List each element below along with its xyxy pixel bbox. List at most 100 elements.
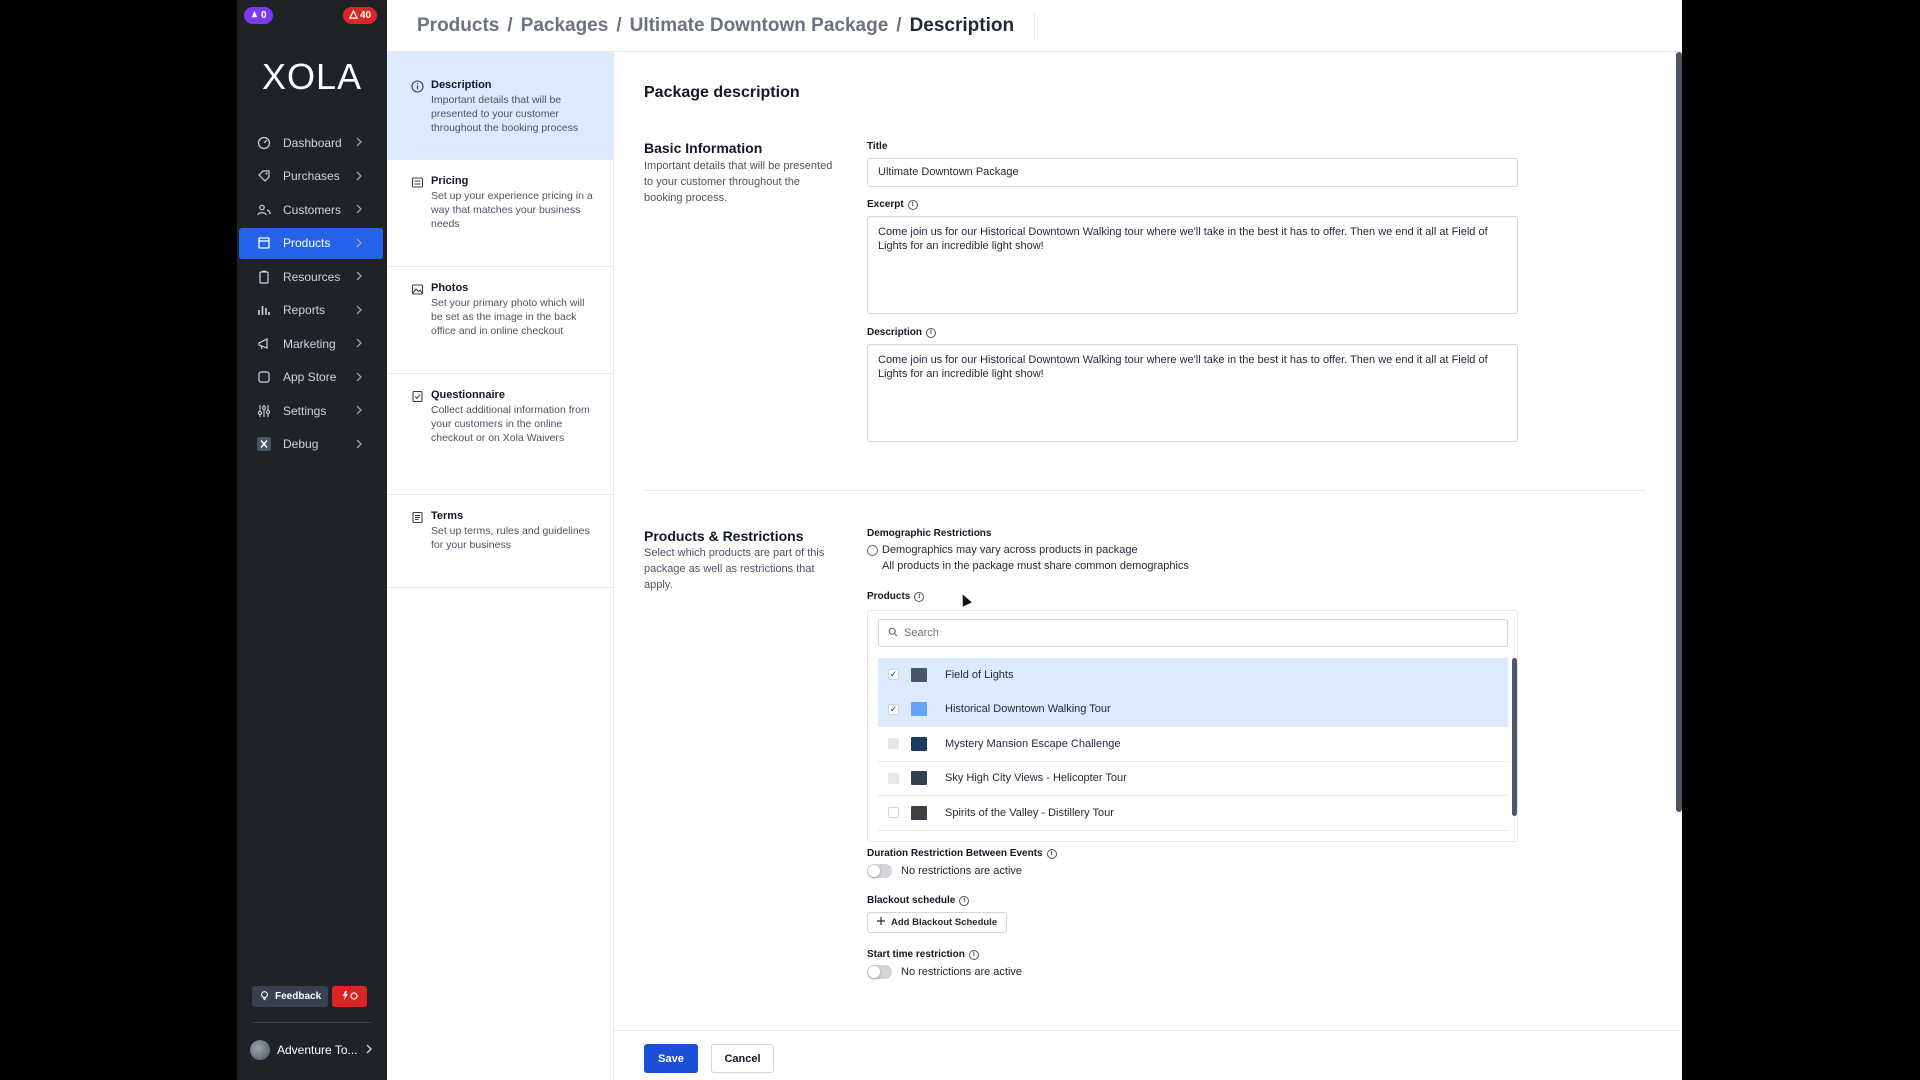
duration-restriction-row: No restrictions are active [867, 864, 1022, 878]
product-name: Field of Lights [945, 668, 1014, 681]
start-time-label: Start time restriction i [867, 949, 979, 960]
excerpt-textarea[interactable]: Come join us for our Historical Downtown… [867, 216, 1518, 314]
product-list-scrollbar[interactable] [1512, 658, 1517, 816]
duration-toggle[interactable] [867, 864, 892, 878]
notification-count: 0 [261, 10, 267, 21]
start-time-toggle[interactable] [867, 965, 892, 979]
add-blackout-schedule-button[interactable]: Add Blackout Schedule [867, 912, 1008, 933]
chevron-right-icon [365, 1043, 373, 1057]
step-photos[interactable]: Photos Set your primary photo which will … [387, 267, 613, 374]
step-questionnaire[interactable]: Questionnaire Collect additional informat… [387, 374, 613, 495]
sidebar-item-resources[interactable]: Resources [239, 261, 383, 292]
info-icon[interactable]: i [1046, 848, 1057, 859]
step-description: Collect additional information from your… [431, 404, 590, 444]
sidebar-item-products[interactable]: Products [239, 227, 383, 259]
feedback-label: Feedback [275, 991, 322, 1002]
product-thumbnail [911, 736, 927, 751]
breadcrumb-separator: / [896, 14, 902, 36]
breadcrumb-package[interactable]: Ultimate Downtown Package [630, 15, 889, 37]
product-name: Historical Downtown Walking Tour [945, 703, 1111, 716]
product-thumbnail [911, 805, 927, 820]
products-label: Products i [867, 591, 925, 602]
page-scrollbar[interactable] [1676, 52, 1682, 812]
product-row[interactable]: ✓ Historical Downtown Walking Tour [878, 692, 1508, 727]
step-pricing[interactable]: Pricing Set up your experience pricing in… [387, 160, 613, 267]
step-description: Set up your experience pricing in a way … [431, 190, 593, 230]
start-time-status: No restrictions are active [901, 966, 1023, 978]
app-store-icon [256, 369, 272, 385]
page-title: Package description [644, 84, 800, 101]
save-button[interactable]: Save [644, 1044, 698, 1073]
feedback-button[interactable]: Feedback [252, 986, 329, 1007]
product-picker: Search ✓ Field of Lights ✓ Historical Downt… [867, 610, 1518, 842]
notification-badge[interactable]: 0 [244, 7, 273, 24]
start-time-restriction-row: No restrictions are active [867, 965, 1022, 979]
report-bug-button[interactable] [332, 986, 368, 1007]
description-textarea[interactable]: Come join us for our Historical Downtown… [867, 344, 1518, 442]
product-row[interactable]: Sky High City Views - Helicopter Tour [878, 762, 1508, 796]
breadcrumb-separator: / [507, 14, 513, 36]
duration-label: Duration Restriction Between Events i [867, 848, 1057, 859]
info-icon[interactable]: i [926, 327, 937, 338]
product-checkbox[interactable] [888, 772, 899, 784]
product-thumbnail [911, 667, 927, 682]
product-name: Spirits of the Valley - Distillery Tour [945, 806, 1114, 819]
title-input[interactable]: Ultimate Downtown Package [867, 158, 1518, 187]
product-checkbox[interactable]: ✓ [888, 669, 899, 681]
product-thumbnail [911, 702, 927, 717]
info-icon[interactable]: i [968, 949, 979, 960]
product-checkbox[interactable] [888, 807, 899, 819]
step-terms[interactable]: Terms Set up terms, rules and guidelines … [387, 495, 613, 588]
sidebar-item-debug[interactable]: Debug [239, 429, 383, 460]
app-window: 0 40 XOLA Dashboard Purchases Customers Pro… [237, 0, 1682, 1080]
product-checkbox[interactable] [888, 738, 899, 750]
radio-button[interactable] [867, 544, 878, 556]
info-icon[interactable]: i [914, 591, 925, 602]
alert-badge[interactable]: 40 [343, 7, 378, 24]
sidebar-item-marketing[interactable]: Marketing [239, 328, 383, 359]
product-checkbox[interactable]: ✓ [888, 703, 899, 715]
info-icon [411, 80, 424, 93]
title-label: Title [867, 141, 888, 152]
excerpt-label: Excerpt i [867, 199, 918, 210]
sidebar-divider [252, 1022, 372, 1023]
demographic-option-common[interactable]: All products in the package must share c… [867, 560, 1189, 572]
product-search-input[interactable]: Search [878, 619, 1508, 647]
sidebar-item-customers[interactable]: Customers [239, 194, 383, 225]
info-icon[interactable]: i [959, 895, 970, 906]
step-description: Set up terms, rules and guidelines for y… [431, 525, 590, 551]
sidebar-item-reports[interactable]: Reports [239, 295, 383, 326]
account-menu[interactable]: Adventure To... [250, 1040, 373, 1060]
avatar [250, 1040, 270, 1060]
breadcrumb-packages[interactable]: Packages [521, 15, 609, 37]
sidebar-item-app-store[interactable]: App Store [239, 362, 383, 393]
products-section-description: Select which products are part of this p… [644, 547, 825, 591]
sidebar-item-settings[interactable]: Settings [239, 395, 383, 426]
product-row[interactable]: Mystery Mansion Escape Challenge [878, 727, 1508, 762]
bell-icon [250, 10, 259, 22]
sidebar-item-label: Purchases [283, 169, 340, 183]
header-divider [1034, 12, 1036, 39]
sidebar-item-dashboard[interactable]: Dashboard [239, 127, 383, 158]
breadcrumb-products[interactable]: Products [417, 15, 499, 37]
clipboard-icon [256, 269, 272, 285]
product-row[interactable]: Spirits of the Valley - Distillery Tour [878, 796, 1508, 831]
product-row[interactable]: ✓ Field of Lights [878, 658, 1508, 693]
cancel-button[interactable]: Cancel [711, 1044, 774, 1073]
steps-panel: Description Important details that will b… [387, 52, 614, 1080]
step-title: Description [431, 79, 492, 91]
info-icon[interactable]: i [907, 199, 918, 210]
sidebar-item-label: Reports [283, 303, 326, 317]
bar-chart-icon [256, 302, 272, 318]
sidebar: 0 40 XOLA Dashboard Purchases Customers Pro… [237, 0, 387, 1080]
sidebar-item-label: Resources [283, 269, 341, 284]
demographic-option-vary[interactable]: Demographics may vary across products in… [867, 544, 1138, 556]
xola-logo[interactable]: XOLA [237, 56, 387, 98]
form-footer: Save Cancel [614, 1030, 1682, 1080]
megaphone-icon [256, 336, 272, 352]
tag-icon [256, 168, 272, 184]
users-icon [256, 202, 272, 218]
step-description[interactable]: Description Important details that will b… [387, 52, 613, 160]
sidebar-item-purchases[interactable]: Purchases [239, 161, 383, 192]
basic-info-title: Basic Information [644, 140, 763, 156]
